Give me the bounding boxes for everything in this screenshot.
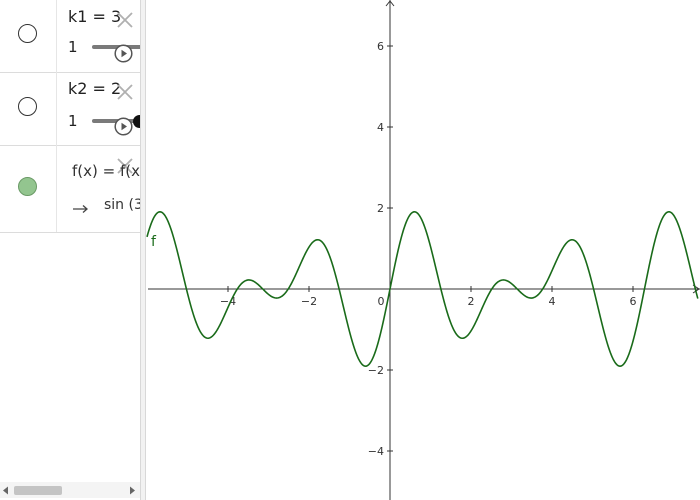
play-icon[interactable] [114,44,133,63]
graphics-view[interactable]: −4 −2 0 2 4 6642−2−4 f [146,0,700,500]
algebra-panel: k1 = 3 1 k2 = 2 1 f(x) = f(x sin (3 [0,0,140,500]
scroll-right-icon[interactable] [129,486,136,495]
play-icon[interactable] [114,117,133,136]
axes [148,0,700,500]
function-result: sin (3 [104,197,140,213]
x-tick-label: 2 [468,295,475,308]
x-tick-label: 4 [549,295,556,308]
arrow-right-icon [73,205,88,213]
algebra-row-f: f(x) = f(x sin (3 [0,145,140,233]
slider-k2-label: k2 = 2 [68,79,122,98]
y-tick-label: 6 [377,40,384,53]
function-label-f: f [151,234,157,250]
y-tick-label: 2 [377,202,384,215]
scrollbar-thumb[interactable] [14,486,62,495]
ticks: −4 −2 0 2 4 6642−2−4 [220,40,637,458]
scroll-left-icon[interactable] [2,486,9,495]
slider-k1-min: 1 [68,38,78,56]
visibility-toggle-f[interactable] [18,177,37,196]
x-tick-label: 0 [378,295,385,308]
algebra-row-k2: k2 = 2 1 [0,72,140,146]
close-icon[interactable] [115,82,135,102]
slider-k2-knob[interactable] [133,115,140,128]
y-tick-label: −2 [368,364,384,377]
close-icon[interactable] [115,10,135,30]
x-tick-label: −2 [301,295,317,308]
y-tick-label: −4 [368,445,384,458]
slider-k1-label: k1 = 3 [68,7,122,26]
function-definition[interactable]: f(x) = f(x [72,162,140,180]
horizontal-scrollbar[interactable] [0,482,140,498]
algebra-row-k1: k1 = 3 1 [0,0,140,73]
visibility-toggle-k1[interactable] [18,24,37,43]
y-tick-label: 4 [377,121,384,134]
slider-k2-min: 1 [68,112,78,130]
visibility-toggle-k2[interactable] [18,97,37,116]
x-tick-label: 6 [630,295,637,308]
